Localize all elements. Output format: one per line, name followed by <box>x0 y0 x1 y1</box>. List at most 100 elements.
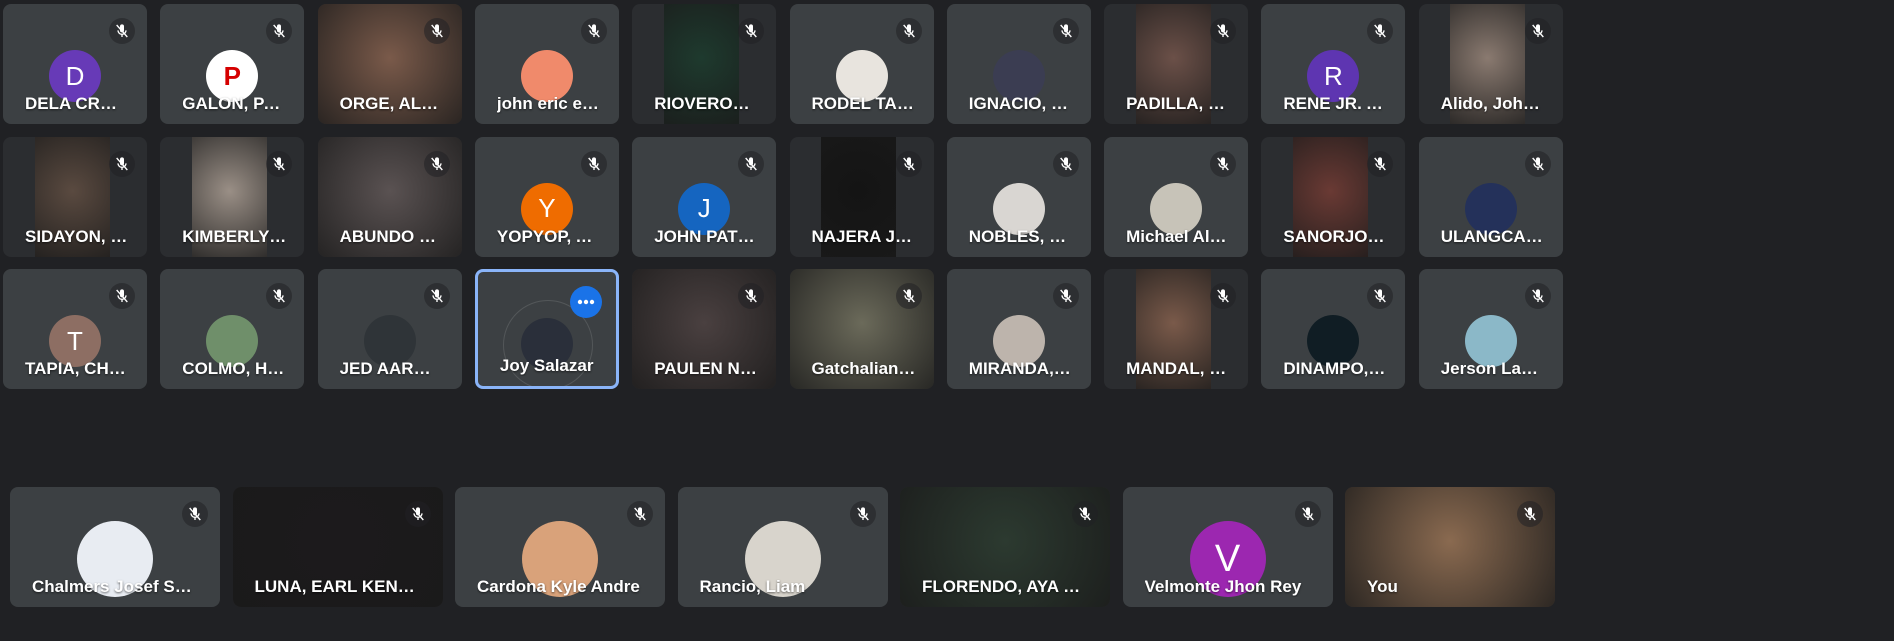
participant-name: Joy Salazar <box>499 356 594 375</box>
mic-off-icon <box>1517 501 1543 527</box>
mic-off-icon <box>1210 150 1237 177</box>
participant-tile-abundo-cha[interactable]: ABUNDO CHA... <box>317 136 462 257</box>
mic-off-icon <box>1367 283 1394 309</box>
participant-name: MANDAL, RAL... <box>1126 359 1230 378</box>
participant-tile-rene-jr-apr[interactable]: RRENE JR. APR... <box>1261 4 1406 124</box>
mic-off-icon <box>1524 150 1551 177</box>
mic-off-icon <box>580 18 607 44</box>
mic-off-icon <box>895 18 922 44</box>
participant-name: Rancio, Liam <box>699 577 806 596</box>
participant-tile-john-patric[interactable]: JJOHN PATRIC... <box>632 136 777 257</box>
participant-name: RIOVEROS, HE... <box>654 94 758 113</box>
mic-off-icon <box>1210 283 1237 309</box>
mic-off-icon <box>1210 18 1237 44</box>
participant-tile-cardona-kyle-andre[interactable]: Cardona Kyle Andre <box>455 487 665 607</box>
mic-off-icon <box>738 150 765 177</box>
participant-tile-paulen-nico[interactable]: PAULEN NICO... <box>632 269 777 389</box>
participant-tile-jerson-lapno[interactable]: Jerson Lapno <box>1418 269 1563 389</box>
participant-tile-jed-aaron-s[interactable]: JED AARON S... <box>317 269 462 389</box>
participant-tile-chalmers-josef-soriano[interactable]: Chalmers Josef Soriano <box>10 487 220 607</box>
participant-tile-mandal-ral[interactable]: MANDAL, RAL... <box>1104 269 1249 389</box>
participant-name: TAPIA, CHRIST... <box>25 359 129 378</box>
participant-tile-you[interactable]: You <box>1345 487 1555 607</box>
participant-tile-joy-salazar[interactable]: Joy Salazar <box>474 269 619 389</box>
participant-name: You <box>1367 577 1398 596</box>
participant-name: Michael Alvin ... <box>1126 226 1231 246</box>
mic-off-icon <box>109 283 135 309</box>
mic-off-icon <box>1367 18 1394 44</box>
mic-off-icon <box>109 18 135 44</box>
mic-off-icon <box>627 501 653 527</box>
participant-tile-najera-joh[interactable]: NAJERA JOH... <box>789 136 934 257</box>
participant-name: IGNACIO, DIA... <box>968 94 1073 113</box>
participant-tile-yopyop-aim[interactable]: YYOPYOP, AIM... <box>474 136 619 257</box>
participant-tile-rancio-liam[interactable]: Rancio, Liam <box>677 487 888 607</box>
mic-off-icon <box>895 150 922 177</box>
participant-name: YOPYOP, AIM... <box>496 226 601 246</box>
mic-off-icon <box>1294 501 1321 527</box>
mic-off-icon <box>423 150 450 177</box>
mic-off-icon <box>266 283 293 309</box>
mic-off-icon <box>1052 283 1079 309</box>
participant-name: KIMBERLY BA... <box>182 226 287 246</box>
participant-tile-tapia-christ[interactable]: TTAPIA, CHRIST... <box>3 269 147 389</box>
participant-name: ULANGCA, JO... <box>1440 226 1545 246</box>
mic-off-icon <box>423 18 450 44</box>
participant-tile-orge-alexa[interactable]: ORGE, ALEXA... <box>317 4 462 124</box>
participant-tile-galon-paul[interactable]: PGALON, PAUL ... <box>160 4 305 124</box>
participant-tile-rioveros-he[interactable]: RIOVEROS, HE... <box>632 4 777 124</box>
participant-name: PADILLA, JHO... <box>1126 94 1230 113</box>
participant-tile-florendo-aya-mikha[interactable]: FLORENDO, AYA MIKHA... <box>900 487 1110 607</box>
participant-name: Chalmers Josef Soriano <box>32 577 202 596</box>
participant-grid: DDELA CRUZ G...PGALON, PAUL ... ORGE, ALE… <box>0 0 1894 641</box>
mic-off-icon <box>423 283 450 309</box>
participant-name: NOBLES, ZAKI ... <box>968 226 1073 246</box>
participant-tile-sanorjo-ja[interactable]: SANORJO, JA... <box>1261 136 1406 257</box>
participant-tile-luna-earl-kenneth[interactable]: LUNA, EARL KENNETH <box>232 487 443 607</box>
participant-name: MIRANDA, DIV... <box>968 359 1073 378</box>
mic-off-icon <box>1524 283 1551 309</box>
participant-name: COLMO, HAN... <box>182 359 286 378</box>
mic-off-icon <box>182 501 208 527</box>
participant-name: JOHN PATRIC... <box>654 226 758 246</box>
mic-off-icon <box>738 18 765 44</box>
mic-off-icon <box>266 150 293 177</box>
participant-name: Velmonte Jhon Rey <box>1144 577 1302 596</box>
participant-name: GALON, PAUL ... <box>182 94 286 113</box>
mic-off-icon <box>1072 501 1098 527</box>
participant-name: DINAMPO, PRI... <box>1283 359 1387 378</box>
more-options-icon[interactable] <box>569 286 602 318</box>
participant-tile-alido-john-he[interactable]: Alido, John He... <box>1418 4 1563 124</box>
participant-name: SANORJO, JA... <box>1283 226 1387 246</box>
participant-tile-nobles-zaki[interactable]: NOBLES, ZAKI ... <box>946 136 1091 257</box>
mic-off-icon <box>1367 150 1394 177</box>
participant-tile-michael-alvin[interactable]: Michael Alvin ... <box>1104 136 1249 257</box>
participant-tile-rodel-tabay[interactable]: RODEL TABAY... <box>789 4 934 124</box>
participant-tile-john-eric-elica[interactable]: john eric elica... <box>474 4 619 124</box>
participant-tile-ignacio-dia[interactable]: IGNACIO, DIA... <box>946 4 1091 124</box>
mic-off-icon <box>895 283 922 309</box>
participant-name: Cardona Kyle Andre <box>477 577 640 596</box>
mic-off-icon <box>738 283 765 309</box>
participant-name: NAJERA JOH... <box>811 226 916 246</box>
participant-tile-miranda-div[interactable]: MIRANDA, DIV... <box>946 269 1091 389</box>
participant-tile-ulangca-jo[interactable]: ULANGCA, JO... <box>1418 136 1563 257</box>
participant-tile-colmo-han[interactable]: COLMO, HAN... <box>160 269 305 389</box>
participant-name: JED AARON S... <box>339 359 444 378</box>
participant-name: DELA CRUZ G... <box>25 94 129 113</box>
participant-tile-velmonte-jhon-rey[interactable]: V Velmonte Jhon Rey <box>1122 487 1333 607</box>
mic-off-icon <box>1524 18 1551 44</box>
participant-tile-gatchalian-ru[interactable]: Gatchalian Ru... <box>789 269 934 389</box>
participant-tile-sidayon-jo[interactable]: SIDAYON, JO... <box>3 136 147 257</box>
participant-name: SIDAYON, JO... <box>25 226 129 246</box>
mic-off-icon <box>580 150 607 177</box>
participant-name: ORGE, ALEXA... <box>339 94 444 113</box>
participant-tile-kimberly-ba[interactable]: KIMBERLY BA... <box>160 136 305 257</box>
participant-tile-padilla-jho[interactable]: PADILLA, JHO... <box>1104 4 1249 124</box>
participant-name: RODEL TABAY... <box>811 94 916 113</box>
participant-name: Alido, John He... <box>1440 94 1545 113</box>
participant-tile-dela-cruz-g[interactable]: DDELA CRUZ G... <box>3 4 147 124</box>
mic-off-icon <box>1052 18 1079 44</box>
mic-off-icon <box>109 150 135 177</box>
participant-tile-dinampo-pri[interactable]: DINAMPO, PRI... <box>1261 269 1406 389</box>
